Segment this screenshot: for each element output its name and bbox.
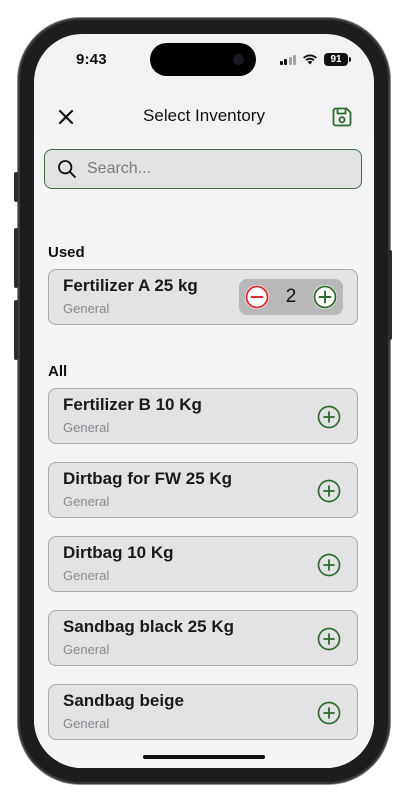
quantity-value: 2 <box>285 286 297 307</box>
item-name: Dirtbag for FW 25 Kg <box>63 469 233 488</box>
item-name: Dirtbag 10 Kg <box>63 543 174 562</box>
action-button <box>14 172 18 202</box>
item-category: General <box>63 716 110 731</box>
front-camera <box>233 54 244 65</box>
plus-circle-icon <box>317 701 341 725</box>
add-item-button[interactable] <box>317 405 341 429</box>
item-name: Fertilizer B 10 Kg <box>63 395 202 414</box>
item-name: Sandbag black 25 Kg <box>63 617 234 636</box>
signal-icon <box>279 54 296 65</box>
wifi-icon <box>302 53 318 65</box>
plus-circle-icon <box>317 405 341 429</box>
battery-icon: 91 <box>324 52 351 66</box>
volume-down-button <box>14 300 18 360</box>
add-item-button[interactable] <box>317 553 341 577</box>
item-category: General <box>63 642 110 657</box>
search-bar[interactable] <box>44 149 362 189</box>
close-icon <box>58 109 74 125</box>
quantity-stepper: 2 <box>239 279 343 315</box>
search-input[interactable] <box>87 160 337 178</box>
volume-up-button <box>14 228 18 288</box>
inventory-item-card[interactable]: Fertilizer B 10 Kg General <box>48 388 358 444</box>
item-name: Sandbag beige <box>63 691 184 710</box>
nav-bar: Select Inventory <box>34 94 374 138</box>
content-area: Used Fertilizer A 25 kg General 2 <box>34 138 374 768</box>
item-category: General <box>63 494 110 509</box>
status-time: 9:43 <box>76 50 107 68</box>
add-item-button[interactable] <box>317 479 341 503</box>
plus-circle-icon <box>312 285 337 309</box>
plus-circle-icon <box>317 479 341 503</box>
inventory-item-card[interactable]: Dirtbag for FW 25 Kg General <box>48 462 358 518</box>
home-indicator[interactable] <box>143 755 265 759</box>
section-header-all: All <box>48 363 68 380</box>
plus-circle-icon <box>317 553 341 577</box>
power-button <box>388 250 392 340</box>
plus-circle-icon <box>317 627 341 651</box>
dynamic-island <box>150 43 256 76</box>
floppy-disk-icon <box>332 107 352 127</box>
decrement-button[interactable] <box>244 284 270 310</box>
page-title: Select Inventory <box>143 106 265 125</box>
inventory-item-card[interactable]: Sandbag black 25 Kg General <box>48 610 358 666</box>
add-item-button[interactable] <box>317 627 341 651</box>
add-item-button[interactable] <box>317 701 341 725</box>
minus-circle-icon <box>245 285 269 309</box>
used-item-card[interactable]: Fertilizer A 25 kg General 2 <box>48 269 358 325</box>
status-indicators: 91 <box>279 52 351 66</box>
screen: 9:43 91 Select Inventory Search... Used … <box>34 34 374 768</box>
item-category: General <box>63 568 110 583</box>
save-button[interactable] <box>328 103 356 131</box>
close-button[interactable] <box>52 103 80 131</box>
increment-button[interactable] <box>312 284 338 310</box>
inventory-item-card[interactable]: Sandbag beige General <box>48 684 358 740</box>
item-category: General <box>63 420 110 435</box>
section-header-used: Used <box>48 244 85 261</box>
inventory-item-card[interactable]: Dirtbag 10 Kg General <box>48 536 358 592</box>
battery-level: 91 <box>330 53 342 65</box>
search-icon <box>58 160 76 178</box>
